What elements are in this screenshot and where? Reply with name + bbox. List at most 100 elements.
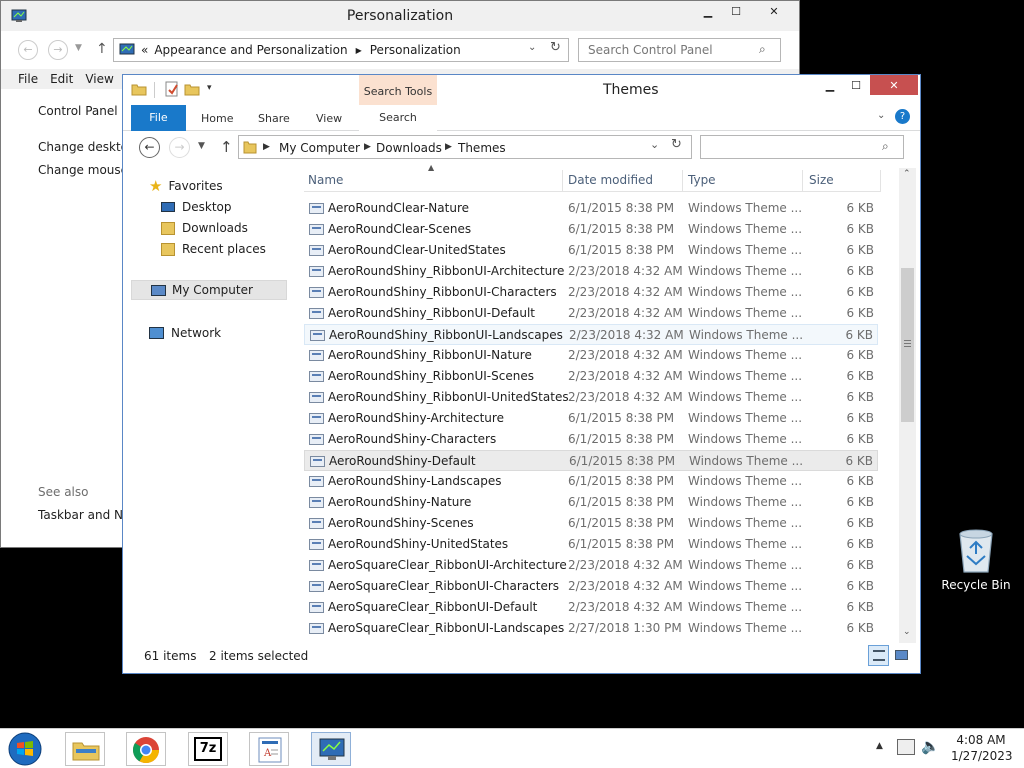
recent-locations-button[interactable]: ▼	[75, 43, 82, 53]
file-row[interactable]: AeroSquareClear_RibbonUI-Default 2/23/201…	[304, 597, 878, 618]
menu-edit[interactable]: Edit	[46, 69, 81, 89]
file-row[interactable]: AeroRoundShiny_RibbonUI-Characters 2/23/2…	[304, 282, 878, 303]
column-header-name[interactable]: Name	[308, 170, 343, 190]
recycle-bin[interactable]: Recycle Bin	[940, 524, 1012, 596]
explorer-titlebar[interactable]: ▾ Themes ▁ ☐ ✕	[123, 75, 920, 105]
column-header-size[interactable]: Size	[809, 170, 834, 190]
minimize-button[interactable]: ▁	[695, 1, 721, 21]
address-dropdown-icon[interactable]: ⌄	[528, 42, 536, 53]
breadcrumb-themes[interactable]: Themes	[458, 141, 506, 155]
file-row[interactable]: AeroSquareClear_RibbonUI-Landscapes 2/27/…	[304, 618, 878, 639]
taskbar-wordpad[interactable]: A	[249, 732, 289, 766]
breadcrumb-my-computer[interactable]: My Computer	[279, 141, 360, 155]
maximize-button[interactable]: ☐	[723, 1, 749, 21]
file-row[interactable]: AeroRoundShiny_RibbonUI-UnitedStates 2/23…	[304, 387, 878, 408]
scroll-down-icon[interactable]: ⌄	[903, 627, 911, 637]
menu-view[interactable]: View	[81, 69, 121, 89]
file-row[interactable]: AeroRoundShiny_RibbonUI-Landscapes 2/23/2…	[304, 324, 878, 345]
file-row[interactable]: AeroRoundShiny_RibbonUI-Scenes 2/23/2018 …	[304, 366, 878, 387]
column-divider[interactable]	[802, 170, 803, 192]
theme-file-icon	[309, 392, 324, 403]
search-icon[interactable]: ⌕	[882, 139, 889, 154]
tab-home[interactable]: Home	[201, 112, 233, 125]
network-tray-icon[interactable]	[897, 739, 915, 755]
address-bar[interactable]: ▶ My Computer ▶ Downloads ▶ Themes ⌄ ↻	[238, 135, 692, 159]
column-header-date[interactable]: Date modified	[568, 170, 653, 190]
clock[interactable]: 4:08 AM 1/27/2023	[951, 732, 1013, 764]
taskbar-chrome[interactable]	[126, 732, 166, 766]
file-row[interactable]: AeroRoundShiny-Landscapes 6/1/2015 8:38 P…	[304, 471, 878, 492]
refresh-icon[interactable]: ↻	[671, 137, 682, 152]
forward-button[interactable]: →	[169, 137, 190, 158]
file-row[interactable]: AeroRoundShiny-Characters 6/1/2015 8:38 P…	[304, 429, 878, 450]
file-row[interactable]: AeroRoundShiny-Default 6/1/2015 8:38 PM Wi…	[304, 450, 878, 471]
back-button[interactable]: ←	[139, 137, 160, 158]
vertical-scrollbar[interactable]: ⌃ ⌄	[899, 168, 916, 643]
refresh-icon[interactable]: ↻	[550, 40, 561, 55]
nav-recent-places[interactable]: Recent places	[161, 239, 266, 259]
new-folder-icon[interactable]	[184, 81, 200, 97]
tab-share[interactable]: Share	[258, 112, 290, 125]
menu-file[interactable]: File	[1, 69, 46, 89]
file-row[interactable]: AeroRoundShiny-Nature 6/1/2015 8:38 PM Win…	[304, 492, 878, 513]
breadcrumb-downloads[interactable]: Downloads	[376, 141, 442, 155]
recent-locations-button[interactable]: ▼	[198, 141, 205, 151]
file-row[interactable]: AeroRoundShiny-UnitedStates 6/1/2015 8:38…	[304, 534, 878, 555]
large-icons-view-button[interactable]	[891, 645, 912, 666]
search-icon[interactable]: ⌕	[759, 42, 766, 57]
up-button[interactable]: ↑	[220, 138, 233, 156]
column-divider[interactable]	[562, 170, 563, 192]
nav-desktop[interactable]: Desktop	[161, 197, 232, 217]
control-panel-titlebar[interactable]: Personalization ▁ ☐ ✕	[1, 1, 799, 31]
up-button[interactable]: ↑	[96, 41, 108, 57]
control-panel-home-link[interactable]: Control Panel H	[38, 104, 130, 118]
close-button[interactable]: ✕	[751, 1, 797, 21]
expand-ribbon-icon[interactable]: ⌄	[877, 110, 885, 121]
column-divider[interactable]	[880, 170, 881, 192]
tab-view[interactable]: View	[316, 112, 342, 125]
file-row[interactable]: AeroRoundShiny-Scenes 6/1/2015 8:38 PM Win…	[304, 513, 878, 534]
file-row[interactable]: AeroRoundClear-Scenes 6/1/2015 8:38 PM Win…	[304, 219, 878, 240]
file-row[interactable]: AeroRoundShiny-Architecture 6/1/2015 8:38…	[304, 408, 878, 429]
maximize-button[interactable]: ☐	[843, 75, 869, 95]
scroll-up-icon[interactable]: ⌃	[903, 169, 911, 179]
file-row[interactable]: AeroSquareClear_RibbonUI-Characters 2/23/…	[304, 576, 878, 597]
nav-downloads[interactable]: Downloads	[161, 218, 248, 238]
start-button[interactable]	[6, 731, 44, 767]
tab-search[interactable]: Search	[359, 105, 437, 131]
taskbar-control-panel[interactable]	[311, 732, 351, 766]
breadcrumb-appearance[interactable]: Appearance and Personalization	[154, 43, 347, 57]
address-prefix[interactable]: «	[141, 43, 148, 57]
address-bar[interactable]: « Appearance and Personalization ▶ Perso…	[113, 38, 569, 62]
search-input[interactable]	[700, 135, 904, 159]
taskbar-7zip[interactable]: 7z	[188, 732, 228, 766]
qat-dropdown-icon[interactable]: ▾	[207, 83, 212, 93]
change-desktop-link[interactable]: Change desktop	[38, 140, 136, 154]
back-button[interactable]: ←	[18, 40, 38, 60]
nav-my-computer[interactable]: My Computer	[131, 280, 287, 300]
column-divider[interactable]	[682, 170, 683, 192]
tab-file[interactable]: File	[131, 105, 186, 131]
breadcrumb-personalization[interactable]: Personalization	[370, 43, 461, 57]
close-button[interactable]: ✕	[870, 75, 918, 95]
file-row[interactable]: AeroRoundClear-UnitedStates 6/1/2015 8:38…	[304, 240, 878, 261]
nav-network[interactable]: Network	[149, 323, 221, 343]
file-row[interactable]: AeroRoundShiny_RibbonUI-Architecture 2/23…	[304, 261, 878, 282]
show-hidden-icons-button[interactable]: ▲	[876, 741, 883, 751]
file-row[interactable]: AeroRoundShiny_RibbonUI-Nature 2/23/2018 …	[304, 345, 878, 366]
address-dropdown-icon[interactable]: ⌄	[650, 138, 659, 151]
forward-button[interactable]: →	[48, 40, 68, 60]
file-row[interactable]: AeroSquareClear_RibbonUI-Architecture 2/2…	[304, 555, 878, 576]
details-view-button[interactable]	[868, 645, 889, 666]
column-header-type[interactable]: Type	[688, 170, 716, 190]
properties-icon[interactable]	[164, 81, 180, 97]
minimize-button[interactable]: ▁	[817, 75, 843, 95]
nav-favorites[interactable]: ★ Favorites	[149, 176, 223, 196]
taskbar-file-explorer[interactable]	[65, 732, 105, 766]
file-row[interactable]: AeroRoundShiny_RibbonUI-Default 2/23/2018…	[304, 303, 878, 324]
volume-tray-icon[interactable]: 🔈	[921, 737, 940, 755]
scrollbar-thumb[interactable]	[901, 268, 914, 422]
help-button[interactable]: ?	[895, 109, 910, 124]
file-row[interactable]: AeroRoundClear-Nature 6/1/2015 8:38 PM Win…	[304, 198, 878, 219]
search-input[interactable]: Search Control Panel	[578, 38, 781, 62]
